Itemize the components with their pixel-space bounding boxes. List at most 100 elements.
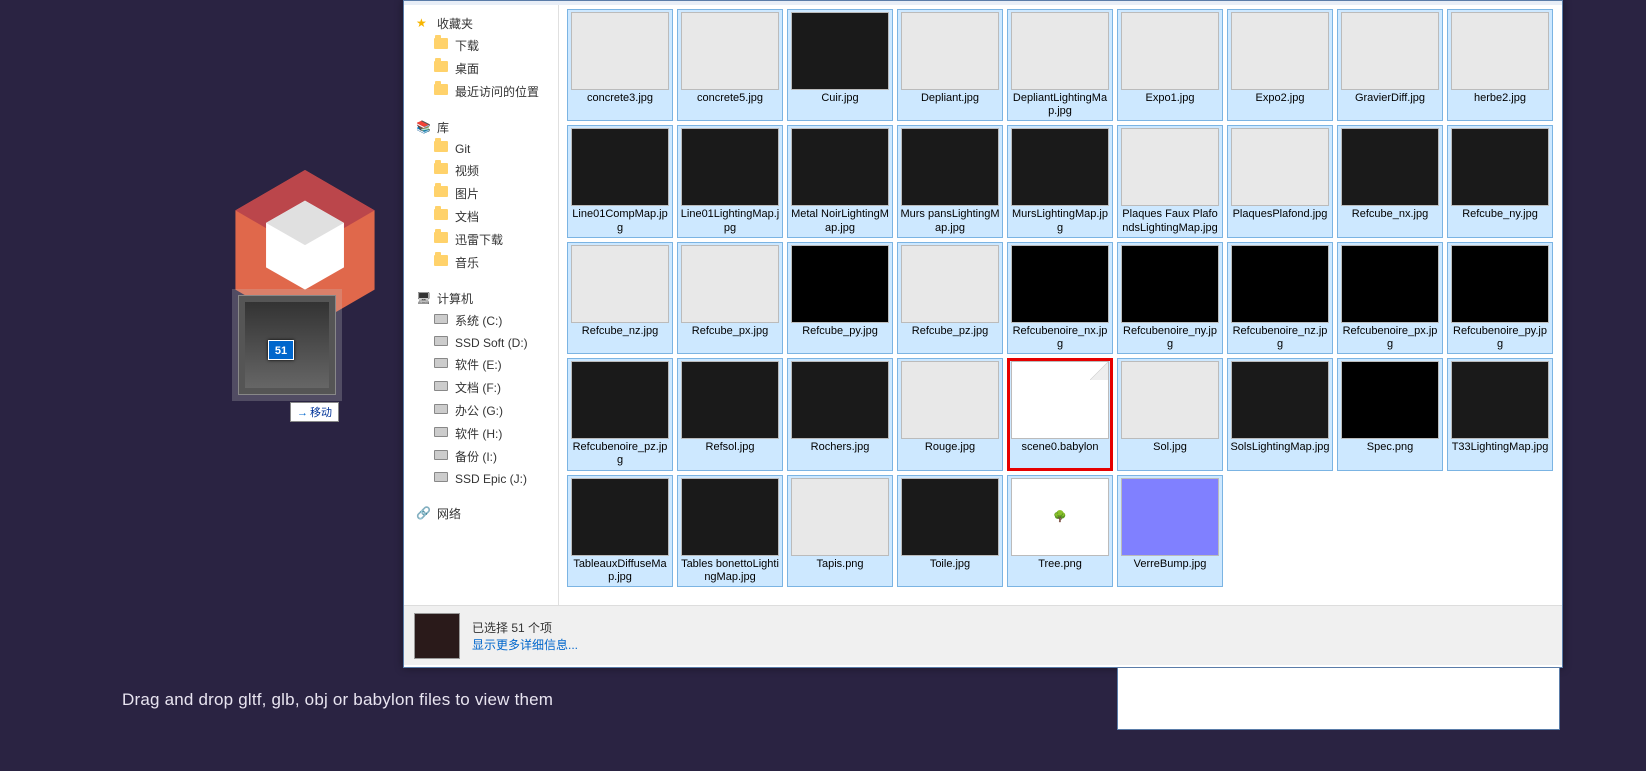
file-item[interactable]: concrete3.jpg <box>567 9 673 121</box>
file-name-label: Rouge.jpg <box>900 441 1000 455</box>
file-item[interactable]: scene0.babylon <box>1007 358 1113 470</box>
file-name-label: Murs pansLightingMap.jpg <box>900 208 1000 234</box>
file-item[interactable]: Plaques Faux PlafondsLightingMap.jpg <box>1117 125 1223 237</box>
file-item[interactable]: Refcube_px.jpg <box>677 242 783 354</box>
file-item[interactable]: SolsLightingMap.jpg <box>1227 358 1333 470</box>
file-name-label: Refcubenoire_px.jpg <box>1340 325 1440 351</box>
file-item[interactable]: MursLightingMap.jpg <box>1007 125 1113 237</box>
item-icon <box>434 403 449 418</box>
file-item[interactable]: Refsol.jpg <box>677 358 783 470</box>
sidebar-item[interactable]: SSD Epic (J:) <box>404 468 558 489</box>
file-item[interactable]: Refcubenoire_ny.jpg <box>1117 242 1223 354</box>
file-thumb <box>571 12 669 90</box>
file-item[interactable]: DepliantLightingMap.jpg <box>1007 9 1113 121</box>
file-item[interactable]: Refcube_pz.jpg <box>897 242 1003 354</box>
file-thumb <box>571 361 669 439</box>
sidebar-computer-head[interactable]: 🖥 计算机 <box>404 288 558 309</box>
file-thumb <box>1451 128 1549 206</box>
sidebar-item-label: 视频 <box>455 162 479 179</box>
sidebar-item[interactable]: 音乐 <box>404 251 558 274</box>
file-thumb <box>901 245 999 323</box>
sidebar-item-label: 文档 (F:) <box>455 379 501 396</box>
file-name-label: Refcube_ny.jpg <box>1450 208 1550 222</box>
sidebar-item[interactable]: 文档 <box>404 205 558 228</box>
file-item[interactable]: Expo2.jpg <box>1227 9 1333 121</box>
file-item[interactable]: Refcubenoire_px.jpg <box>1337 242 1443 354</box>
file-grid-area[interactable]: concrete3.jpgconcrete5.jpgCuir.jpg Deplia… <box>559 5 1562 605</box>
sidebar-item-label: 下载 <box>455 37 479 54</box>
sidebar-item[interactable]: 下载 <box>404 34 558 57</box>
file-thumb <box>901 361 999 439</box>
sidebar-favorites-head[interactable]: ★ 收藏夹 <box>404 13 558 34</box>
sidebar-network: 🔗 网络 <box>404 503 558 524</box>
file-name-label: Refcubenoire_ny.jpg <box>1120 325 1220 351</box>
sidebar-item[interactable]: 软件 (E:) <box>404 353 558 376</box>
file-item[interactable]: Depliant.jpg <box>897 9 1003 121</box>
sidebar-item[interactable]: 迅雷下载 <box>404 228 558 251</box>
file-item[interactable]: Refcubenoire_pz.jpg <box>567 358 673 470</box>
file-item[interactable]: Refcubenoire_py.jpg <box>1447 242 1553 354</box>
sidebar-item-label: 迅雷下载 <box>455 231 503 248</box>
file-name-label: Tree.png <box>1010 558 1110 572</box>
file-name-label: Sol.jpg <box>1120 441 1220 455</box>
status-more-link[interactable]: 显示更多详细信息... <box>472 636 578 653</box>
file-item[interactable]: Refcube_nz.jpg <box>567 242 673 354</box>
file-item[interactable]: T33LightingMap.jpg <box>1447 358 1553 470</box>
file-item[interactable]: Refcubenoire_nz.jpg <box>1227 242 1333 354</box>
file-item[interactable]: Sol.jpg <box>1117 358 1223 470</box>
file-item[interactable]: PlaquesPlafond.jpg <box>1227 125 1333 237</box>
sidebar-item[interactable]: 软件 (H:) <box>404 422 558 445</box>
sidebar-item-label: 软件 (E:) <box>455 356 502 373</box>
file-thumb <box>681 12 779 90</box>
file-thumb <box>901 12 999 90</box>
sidebar-item[interactable]: SSD Soft (D:) <box>404 332 558 353</box>
file-item[interactable]: concrete5.jpg <box>677 9 783 121</box>
file-item[interactable]: Refcube_ny.jpg <box>1447 125 1553 237</box>
sidebar-network-head[interactable]: 🔗 网络 <box>404 503 558 524</box>
sidebar-item[interactable]: 备份 (I:) <box>404 445 558 468</box>
file-item[interactable]: Refcube_nx.jpg <box>1337 125 1443 237</box>
file-item[interactable]: Toile.jpg <box>897 475 1003 587</box>
file-item[interactable]: Refcubenoire_nx.jpg <box>1007 242 1113 354</box>
sidebar-item[interactable]: 办公 (G:) <box>404 399 558 422</box>
drop-hint-text: Drag and drop gltf, glb, obj or babylon … <box>122 690 553 710</box>
file-item[interactable]: TableauxDiffuseMap.jpg <box>567 475 673 587</box>
file-item[interactable]: VerreBump.jpg <box>1117 475 1223 587</box>
file-thumb <box>791 361 889 439</box>
item-icon <box>434 232 449 247</box>
file-item[interactable]: Tables bonettoLightingMap.jpg <box>677 475 783 587</box>
sidebar-item[interactable]: 最近访问的位置 <box>404 80 558 103</box>
sidebar-item[interactable]: 文档 (F:) <box>404 376 558 399</box>
file-item[interactable]: Metal NoirLightingMap.jpg <box>787 125 893 237</box>
file-name-label: Expo2.jpg <box>1230 92 1330 106</box>
file-item[interactable]: Rochers.jpg <box>787 358 893 470</box>
sidebar-item[interactable]: Git <box>404 138 558 159</box>
file-item[interactable]: Refcube_py.jpg <box>787 242 893 354</box>
file-item[interactable]: Line01LightingMap.jpg <box>677 125 783 237</box>
file-item[interactable]: Line01CompMap.jpg <box>567 125 673 237</box>
file-item[interactable]: Tapis.png <box>787 475 893 587</box>
sidebar-item[interactable]: 桌面 <box>404 57 558 80</box>
file-item[interactable]: Murs pansLightingMap.jpg <box>897 125 1003 237</box>
file-item[interactable]: herbe2.jpg <box>1447 9 1553 121</box>
babylon-drop-area[interactable]: 51 →移动 <box>0 0 400 771</box>
file-item[interactable]: Cuir.jpg <box>787 9 893 121</box>
sidebar-computer: 🖥 计算机 系统 (C:)SSD Soft (D:) 软件 (E:) 文档 (F:)… <box>404 288 558 489</box>
sidebar-item-label: 最近访问的位置 <box>455 83 539 100</box>
sidebar-item[interactable]: 系统 (C:) <box>404 309 558 332</box>
file-name-label: GravierDiff.jpg <box>1340 92 1440 106</box>
file-item[interactable]: 🌳 Tree.png <box>1007 475 1113 587</box>
file-item[interactable]: GravierDiff.jpg <box>1337 9 1443 121</box>
sidebar-item[interactable]: 视频 <box>404 159 558 182</box>
item-icon <box>434 335 449 350</box>
file-item[interactable]: Spec.png <box>1337 358 1443 470</box>
file-item[interactable]: Rouge.jpg <box>897 358 1003 470</box>
sidebar-item-label: 软件 (H:) <box>455 425 502 442</box>
file-thumb: 🌳 <box>1011 478 1109 556</box>
file-item[interactable]: Expo1.jpg <box>1117 9 1223 121</box>
sidebar-item[interactable]: 图片 <box>404 182 558 205</box>
file-name-label: Depliant.jpg <box>900 92 1000 106</box>
file-name-label: SolsLightingMap.jpg <box>1230 441 1330 455</box>
item-icon <box>434 380 449 395</box>
sidebar-libraries-head[interactable]: 📚 库 <box>404 117 558 138</box>
